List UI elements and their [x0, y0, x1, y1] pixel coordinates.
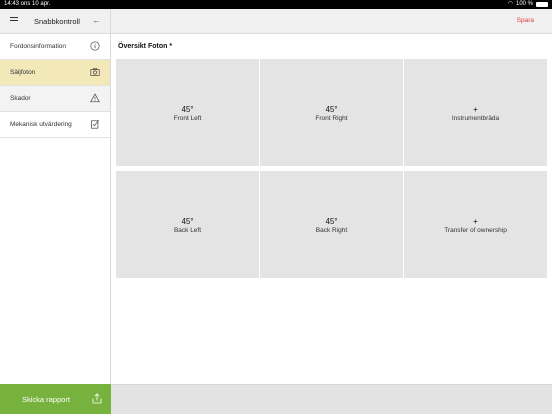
- status-time-date: 14:43 ons 10 apr.: [4, 1, 51, 7]
- bottom-bar: [111, 384, 552, 414]
- tile-angle: 45°: [325, 217, 338, 226]
- back-arrow-icon[interactable]: ←: [92, 15, 101, 25]
- send-report-button[interactable]: Skicka rapport: [0, 384, 111, 414]
- sidebar-item-saljfoton[interactable]: Säljfoton: [0, 60, 110, 86]
- tile-label: Front Right: [315, 115, 348, 122]
- battery-percentage: 100 %: [515, 1, 533, 7]
- sidebar-item-label: Skador: [10, 95, 31, 102]
- sidebar-item-label: Mekanisk utvärdering: [10, 121, 72, 128]
- tile-label: Front Left: [173, 115, 202, 122]
- tile-angle: 45°: [181, 217, 194, 226]
- add-icon: +: [473, 217, 478, 226]
- info-icon: [90, 41, 100, 51]
- sidebar-item-label: Fordonsinformation: [10, 43, 66, 50]
- photo-tile-front-left[interactable]: 45° Front Left: [116, 59, 259, 166]
- tile-angle: 45°: [325, 105, 338, 114]
- sidebar-header: Snabbkontroll ←: [0, 9, 110, 34]
- section-title: Översikt Foton *: [118, 43, 173, 50]
- sidebar-title: Snabbkontroll: [34, 17, 80, 26]
- photo-tile-transfer-of-ownership[interactable]: + Transfer of ownership: [404, 171, 547, 278]
- sidebar-item-mekanisk-utvardering[interactable]: Mekanisk utvärdering: [0, 112, 110, 138]
- sidebar-item-skador[interactable]: Skador: [0, 86, 110, 112]
- battery-icon: [536, 2, 548, 7]
- photo-tile-front-right[interactable]: 45° Front Right: [260, 59, 403, 166]
- tile-label: Back Right: [315, 227, 348, 234]
- photo-tile-back-right[interactable]: 45° Back Right: [260, 171, 403, 278]
- main-content: Översikt Foton * 45° Front Left 45° Fron…: [111, 34, 552, 384]
- sidebar: Snabbkontroll ← Fordonsinformation Säljf…: [0, 9, 111, 414]
- tile-label: Back Left: [173, 227, 202, 234]
- warning-icon: [90, 93, 100, 103]
- hamburger-menu-icon[interactable]: [10, 17, 18, 24]
- top-bar: Spara: [111, 9, 552, 34]
- wifi-icon: ◠: [507, 1, 513, 7]
- tile-angle: 45°: [181, 105, 194, 114]
- tile-label: Instrumentbräda: [451, 115, 500, 122]
- status-bar: 14:43 ons 10 apr. ◠ 100 %: [0, 0, 552, 9]
- photo-tile-instrumentbrada[interactable]: + Instrumentbräda: [404, 59, 547, 166]
- status-right: ◠ 100 %: [508, 0, 548, 9]
- sidebar-item-label: Säljfoton: [10, 69, 36, 76]
- camera-icon: [90, 68, 100, 76]
- add-icon: +: [473, 105, 478, 114]
- checklist-icon: [91, 119, 100, 129]
- report-upload-icon: [92, 393, 102, 404]
- save-button[interactable]: Spara: [517, 17, 534, 24]
- photo-tile-back-left[interactable]: 45° Back Left: [116, 171, 259, 278]
- sidebar-item-fordonsinformation[interactable]: Fordonsinformation: [0, 34, 110, 60]
- tile-label: Transfer of ownership: [444, 227, 507, 234]
- send-report-label: Skicka rapport: [22, 395, 70, 404]
